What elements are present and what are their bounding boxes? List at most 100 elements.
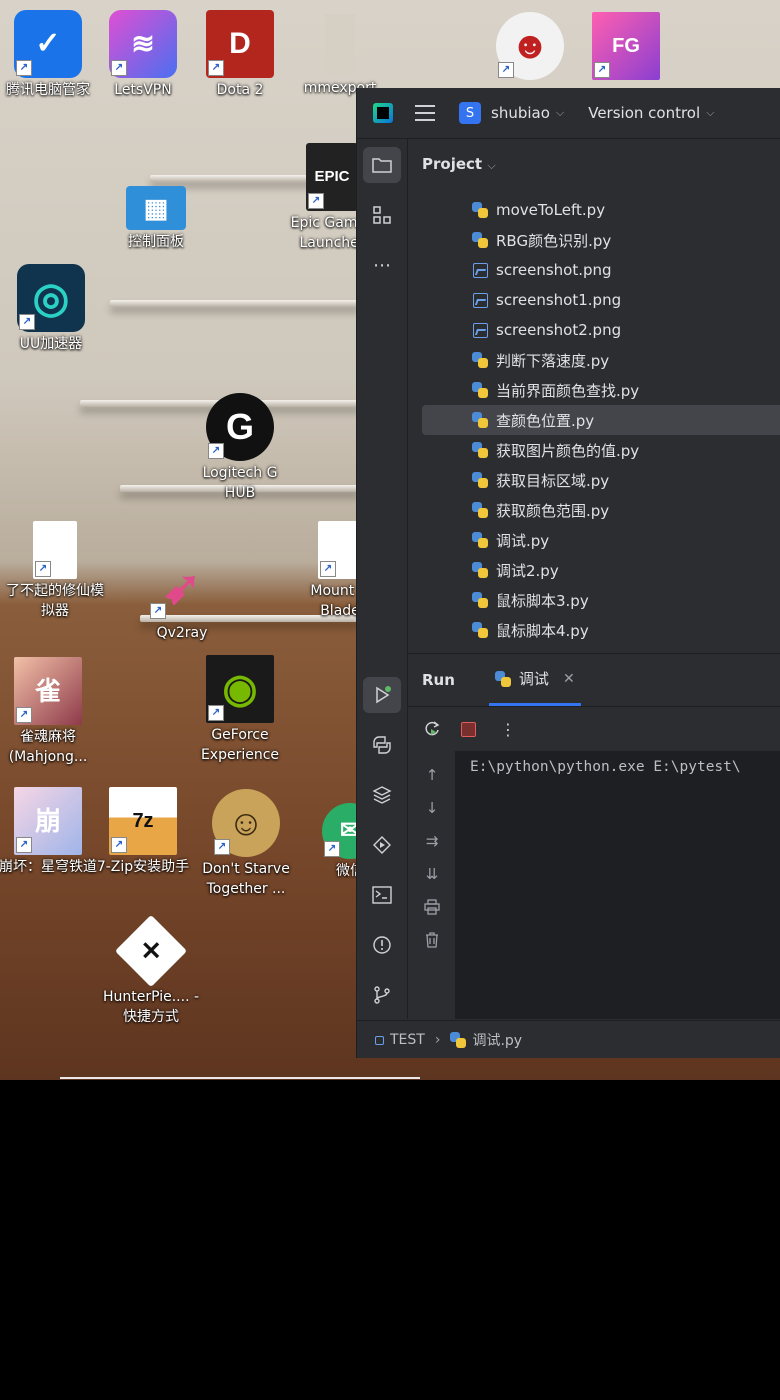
more-options-icon[interactable]: ⋮ [496, 717, 520, 741]
more-tools-icon[interactable]: ⋯ [363, 247, 401, 283]
file-tree-item[interactable]: screenshot1.png [422, 285, 780, 315]
shortcut-arrow-icon: ↗ [19, 314, 35, 330]
desktop-icon-mmexport[interactable]: mmexport [290, 14, 390, 98]
file-tree-item[interactable]: 鼠标脚本4.py [422, 615, 780, 645]
python-file-icon [472, 472, 488, 488]
dont-starve-icon: ☺ ↗ [212, 789, 280, 857]
desktop-icon-fall-guys[interactable]: FG ↗ [576, 12, 676, 82]
run-tab[interactable]: 调试 ✕ [488, 654, 581, 706]
close-icon[interactable]: ✕ [563, 671, 575, 687]
vpn-icon: ≋ ↗ [109, 10, 177, 78]
desktop-icon-label: 雀魂麻将(Mahjong... [8, 729, 88, 765]
python-file-icon [472, 202, 488, 218]
desktop-icon-7zip-installer[interactable]: 7z ↗ 7-Zip安装助手 [93, 787, 193, 877]
image-file-icon [472, 292, 488, 308]
desktop-icon-mahjong-soul[interactable]: 雀 ↗ 雀魂麻将(Mahjong... [0, 657, 98, 767]
shortcut-arrow-icon: ↗ [111, 60, 127, 76]
python-console-icon[interactable] [363, 727, 401, 763]
file-tree-item[interactable]: 当前界面颜色查找.py [422, 375, 780, 405]
desktop-icon-game-face[interactable]: ☻ ↗ [480, 12, 580, 82]
file-tree-item[interactable]: 调试2.py [422, 555, 780, 585]
anime-girl-icon: 崩 ↗ [14, 787, 82, 855]
shortcut-arrow-icon: ↗ [16, 60, 32, 76]
shortcut-arrow-icon: ↗ [16, 707, 32, 723]
python-file-icon [472, 412, 488, 428]
file-tree-item[interactable]: screenshot.png [422, 255, 780, 285]
file-tree-item[interactable]: 判断下落速度.py [422, 345, 780, 375]
python-file-icon [472, 532, 488, 548]
project-folder-icon[interactable] [363, 147, 401, 183]
desktop-icon-uu-accelerator[interactable]: ◎ ↗ UU加速器 [1, 264, 101, 354]
file-name: screenshot1.png [496, 291, 622, 309]
file-tree-item[interactable]: moveToLeft.py [422, 195, 780, 225]
desktop-icon-letsvpn[interactable]: ≋ ↗ LetsVPN [93, 10, 193, 100]
file-tree-item[interactable]: screenshot2.png [422, 315, 780, 345]
project-panel: Project ⌵ moveToLeft.py RBG颜色识别.py screens… [408, 139, 780, 653]
main-menu-icon[interactable] [415, 105, 435, 121]
terminal-icon[interactable] [363, 877, 401, 913]
file-tree-item[interactable]: 调试.py [422, 525, 780, 555]
shortcut-arrow-icon: ↗ [111, 837, 127, 853]
file-tree-item[interactable]: 获取图片颜色的值.py [422, 435, 780, 465]
python-packages-icon[interactable] [363, 777, 401, 813]
desktop-icon-honkai-star-rail[interactable]: 崩 ↗ 崩坏：星穹铁道 [0, 787, 98, 877]
desktop-icon-dont-starve-together[interactable]: ☺ ↗ Don't Starve Together ... [196, 789, 296, 899]
shield-check-icon: ✓ ↗ [14, 10, 82, 78]
file-name: 判断下落速度.py [496, 351, 610, 370]
breadcrumb-project[interactable]: TEST [390, 1032, 425, 1048]
desktop-icon-geforce-experience[interactable]: ◉ ↗ GeForce Experience [190, 655, 290, 765]
python-file-icon [472, 592, 488, 608]
project-badge[interactable]: S [459, 102, 481, 124]
stop-icon[interactable] [456, 717, 480, 741]
desktop-icon-label: 7-Zip安装助手 [96, 859, 190, 875]
rerun-icon[interactable] [420, 717, 444, 741]
version-control-menu[interactable]: Version control [588, 104, 700, 122]
shortcut-arrow-icon: ↗ [208, 443, 224, 459]
chevron-down-icon[interactable]: ⌵ [706, 106, 714, 120]
python-file-icon [472, 502, 488, 518]
scroll-up-icon[interactable]: ↑ [420, 763, 444, 787]
fall-guys-icon: FG ↗ [592, 12, 660, 80]
anime-girl-icon: 雀 ↗ [14, 657, 82, 725]
project-switcher[interactable]: shubiao [491, 104, 550, 122]
services-icon[interactable] [363, 827, 401, 863]
desktop-icon-qv2ray[interactable]: ➹ ↗ Qv2ray [132, 553, 232, 643]
cartoon-face-icon: ☻ ↗ [496, 12, 564, 80]
file-name: 获取颜色范围.py [496, 501, 610, 520]
problems-icon[interactable] [363, 927, 401, 963]
desktop-icon-tencent-pc-manager[interactable]: ✓ ↗ 腾讯电脑管家 [0, 10, 98, 100]
structure-icon[interactable] [363, 197, 401, 233]
print-icon[interactable] [420, 895, 444, 919]
project-panel-title[interactable]: Project ⌵ [422, 155, 496, 173]
run-toolbar: ⋮ [408, 706, 780, 751]
soft-wrap-icon[interactable]: ⇉ [420, 829, 444, 853]
pycharm-window: S shubiao ⌵ Version control ⌵ ⋯ Project … [356, 88, 780, 1058]
desktop-icon-label: HunterPie.... - 快捷方式 [102, 989, 200, 1025]
run-tool-icon[interactable] [363, 677, 401, 713]
run-panel: Run 调试 ✕ ⋮ ↑ ↓ ⇉ ⇊ E:\python\python.exe … [408, 653, 780, 1019]
chevron-down-icon[interactable]: ⌵ [556, 106, 564, 120]
console-output[interactable]: E:\python\python.exe E:\pytest\ [456, 751, 780, 1019]
desktop-icon-logitech-ghub[interactable]: G ↗ Logitech G HUB [190, 393, 290, 503]
scroll-down-icon[interactable]: ↓ [420, 796, 444, 820]
desktop-icon-label: Qv2ray [156, 625, 208, 641]
console-line: E:\python\python.exe E:\pytest\ [470, 759, 741, 775]
file-tree-item[interactable]: 获取目标区域.py [422, 465, 780, 495]
desktop-icon-cultivation-sim[interactable]: ↗ 了不起的修仙模拟器 [5, 521, 105, 621]
scroll-to-end-icon[interactable]: ⇊ [420, 862, 444, 886]
desktop-icon-hunterpie[interactable]: ✕ HunterPie.... - 快捷方式 [101, 914, 201, 1027]
file-tree-item[interactable]: RBG颜色识别.py [422, 225, 780, 255]
qv2ray-icon: ➹ ↗ [148, 553, 216, 621]
desktop-icon-label: 了不起的修仙模拟器 [6, 583, 104, 619]
trash-icon[interactable] [420, 928, 444, 952]
shortcut-arrow-icon: ↗ [35, 561, 51, 577]
run-side-toolbar: ↑ ↓ ⇉ ⇊ [408, 751, 455, 1019]
file-tree-item[interactable]: 获取颜色范围.py [422, 495, 780, 525]
breadcrumb-file[interactable]: 调试.py [472, 1030, 522, 1050]
shortcut-arrow-icon: ↗ [208, 705, 224, 721]
file-tree-item[interactable]: 鼠标脚本3.py [422, 585, 780, 615]
file-tree-item[interactable]: 查颜色位置.py [422, 405, 780, 435]
git-branch-icon[interactable] [363, 977, 401, 1013]
desktop-icon-control-panel[interactable]: ▦ 控制面板 [106, 186, 206, 252]
desktop-icon-dota2[interactable]: D ↗ Dota 2 [190, 10, 290, 100]
